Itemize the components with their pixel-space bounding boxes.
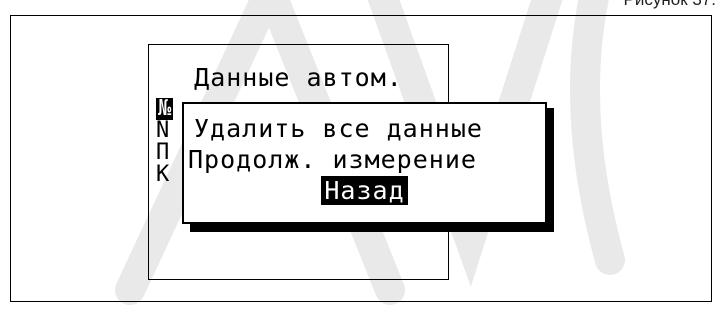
- background-menu-item-label: №: [156, 96, 174, 121]
- menu-item-continue-measurement[interactable]: Продолж. измерение: [184, 146, 545, 174]
- background-menu-item[interactable]: N: [156, 120, 173, 142]
- menu-item-delete-all-data[interactable]: Удалить все данные: [184, 115, 545, 143]
- background-menu-item[interactable]: №: [156, 96, 174, 121]
- menu-item-back[interactable]: Назад: [184, 176, 545, 205]
- background-menu-item[interactable]: П: [156, 142, 173, 164]
- popup-menu: Удалить все данные Продолж. измерение На…: [182, 102, 547, 224]
- menu-item-label: Удалить все данные: [194, 114, 483, 143]
- background-menu-list: № N П К: [156, 96, 174, 186]
- background-menu-item[interactable]: К: [156, 164, 173, 186]
- screen-title: Данные автом.: [194, 63, 403, 92]
- menu-item-label-selected: Назад: [321, 176, 408, 205]
- background-menu-item-label: К: [156, 162, 170, 187]
- figure-caption: Рисунок 37.: [624, 0, 716, 10]
- menu-item-label: Продолж. измерение: [188, 145, 477, 174]
